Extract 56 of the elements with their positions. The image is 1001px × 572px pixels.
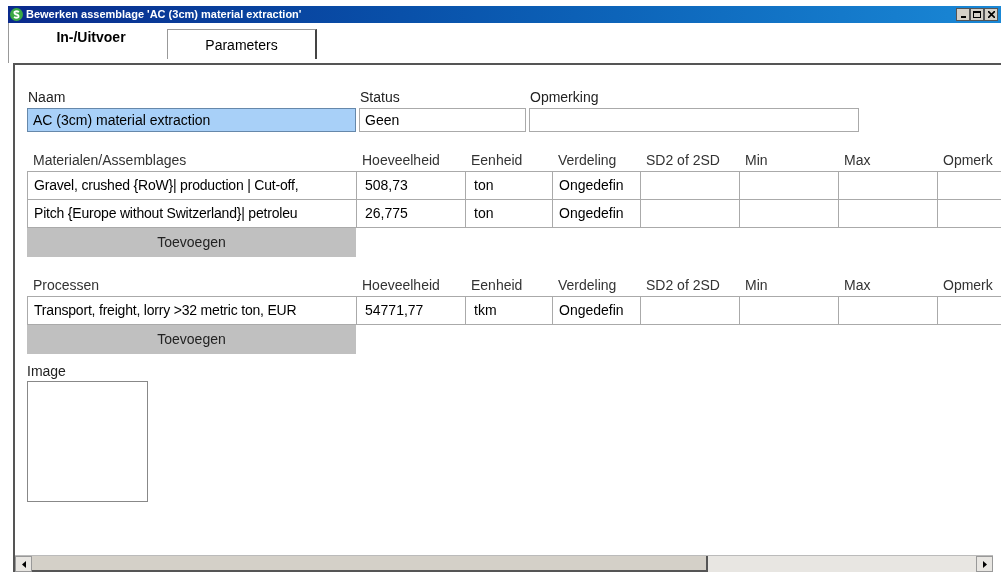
table-cell[interactable]: 26,775 [357,200,466,228]
column-header: Verdeling [557,276,617,295]
add-button[interactable]: Toevoegen [27,228,356,257]
column-header: Materialen/Assemblages [32,151,187,170]
table-cell[interactable]: 54771,77 [357,297,466,325]
column-header: Max [843,151,871,170]
input-field[interactable]: Geen [359,108,526,132]
image-label: Image [27,362,67,381]
table-cell[interactable]: ton [466,200,553,228]
table-cell[interactable] [641,200,740,228]
column-header: Opmerk [942,151,993,170]
column-header: Max [843,276,871,295]
add-button[interactable]: Toevoegen [27,325,356,354]
column-header: Opmerk [942,276,993,295]
table-cell[interactable] [740,297,839,325]
input-field[interactable]: AC (3cm) material extraction [27,108,356,132]
column-header: Hoeveelheid [361,276,440,295]
table-cell[interactable] [740,200,839,228]
column-header: Eenheid [470,276,523,295]
table-cell[interactable] [839,172,938,200]
column-header: SD2 of 2SD [645,151,720,170]
field-label: Naam [27,88,67,107]
table-cell[interactable]: Gravel, crushed {RoW}| production | Cut-off, [28,172,357,200]
scroll-right-button[interactable] [976,556,993,572]
left-arrow-icon[interactable] [21,560,26,568]
input-field[interactable] [529,108,859,132]
column-header: Min [744,276,768,295]
right-arrow-icon[interactable] [982,560,987,568]
column-header: Verdeling [557,151,617,170]
table-cell[interactable]: Ongedefin [553,172,641,200]
table-cell[interactable]: ton [466,172,553,200]
table-cell[interactable] [641,172,740,200]
table-cell[interactable]: Ongedefin [553,200,641,228]
scroll-left-button[interactable] [15,556,32,572]
window-title: Bewerken assemblage 'AC (3cm) material extraction' [26,7,302,23]
table-cell[interactable] [839,200,938,228]
app-logo-icon [10,8,23,21]
tab[interactable]: Parameters [167,29,317,59]
scroll-thumb[interactable] [32,556,708,572]
column-header: Hoeveelheid [361,151,440,170]
minimize-button[interactable] [956,8,970,21]
table-cell[interactable] [641,297,740,325]
image-box[interactable] [27,381,148,502]
table-cell[interactable]: tkm [466,297,553,325]
column-header: Processen [32,276,100,295]
table-cell[interactable]: 508,73 [357,172,466,200]
table-cell[interactable] [839,297,938,325]
maximize-button[interactable] [970,8,984,21]
table-cell[interactable] [740,172,839,200]
field-label: Opmerking [529,88,600,107]
horizontal-scrollbar[interactable] [15,555,993,572]
column-header: Eenheid [470,151,523,170]
field-label: Status [359,88,401,107]
column-header: Min [744,151,768,170]
column-header: SD2 of 2SD [645,276,720,295]
table-cell[interactable]: Ongedefin [553,297,641,325]
